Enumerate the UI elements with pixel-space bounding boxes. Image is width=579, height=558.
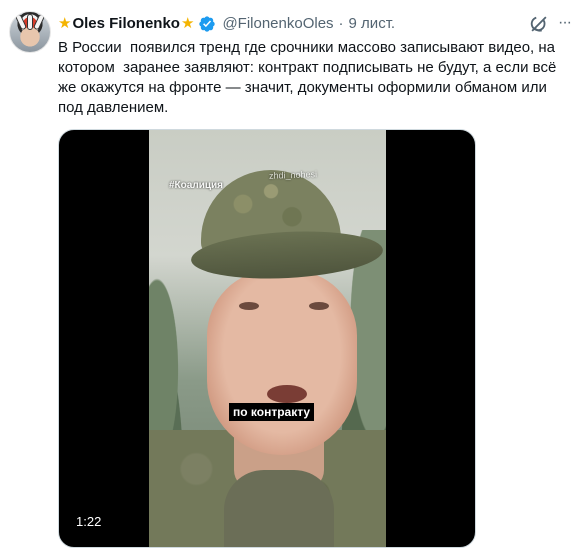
verified-badge-icon [199, 16, 216, 32]
video-caption: по контракту [229, 403, 315, 421]
author-name[interactable]: Oles Filonenko [72, 14, 180, 34]
video-watermark-handle: zhdi_nohesi [268, 169, 318, 181]
tweet-text: В России появился тренд где срочники мас… [58, 39, 561, 116]
video-frame: #Коалиция zhdi_nohesi [149, 130, 386, 547]
video-player[interactable]: #Коалиция zhdi_nohesi по контракту 1:22 [58, 129, 476, 548]
separator-dot: · [338, 15, 344, 32]
tweet-date[interactable]: 9 лист. [349, 14, 396, 34]
video-duration: 1:22 [72, 513, 106, 531]
avatar[interactable] [9, 11, 51, 53]
tweet[interactable]: ★ Oles Filonenko ★ @FilonenkoOles · 9 ли… [0, 0, 579, 558]
star-icon: ★ [180, 15, 195, 32]
star-icon: ★ [58, 15, 72, 32]
author-handle[interactable]: @FilonenkoOles [222, 14, 333, 34]
grok-icon[interactable] [528, 13, 550, 35]
video-watermark: #Коалиция [169, 180, 223, 191]
tweet-header: ★ Oles Filonenko ★ @FilonenkoOles · 9 ли… [58, 13, 558, 35]
more-icon[interactable]: ··· [558, 14, 576, 34]
